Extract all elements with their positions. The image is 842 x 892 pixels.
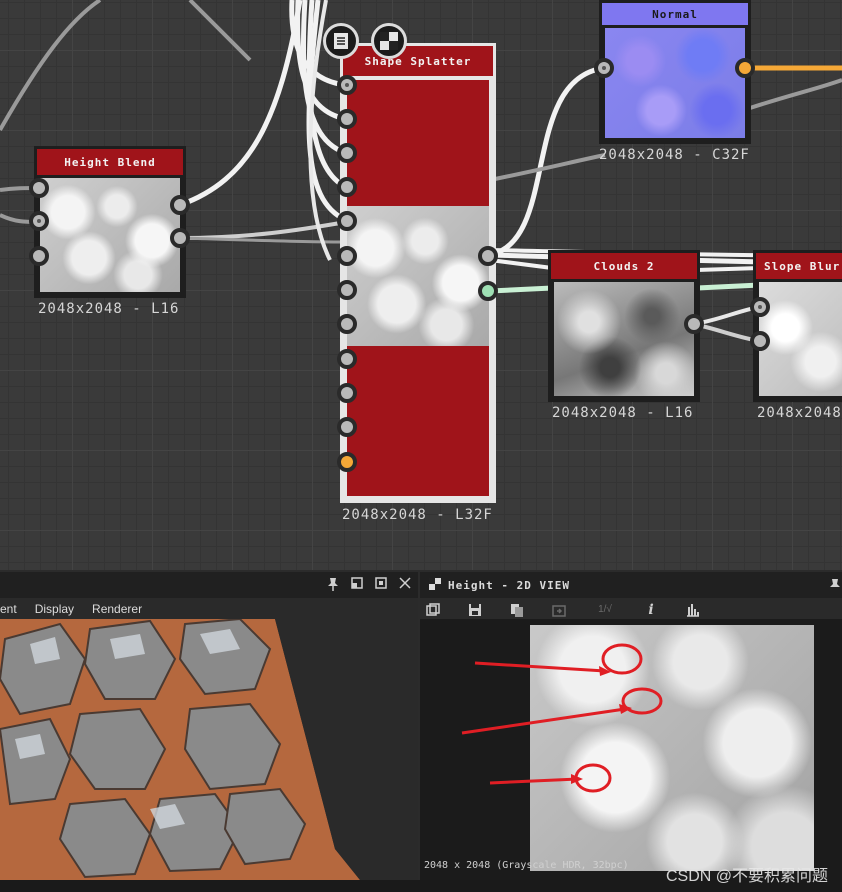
node-slope-blur[interactable]: Slope Blur xyxy=(753,250,842,402)
node-resolution-label: 2048x2048 - L16 xyxy=(38,301,180,317)
node-normal[interactable]: Normal xyxy=(599,0,751,144)
viewport-3d[interactable] xyxy=(0,619,418,880)
node-resolution-label: 2048x2048 - L32F xyxy=(342,507,493,523)
node-output-swatch xyxy=(347,346,489,496)
output-port[interactable] xyxy=(478,281,498,301)
node-output-swatch xyxy=(347,80,489,206)
input-port[interactable] xyxy=(29,178,49,198)
export-icon[interactable] xyxy=(552,603,566,617)
channel-select-icon[interactable]: 1/√ ⌄ xyxy=(594,603,616,629)
node-thumbnail xyxy=(554,282,694,396)
save-icon[interactable] xyxy=(468,603,482,617)
input-port[interactable] xyxy=(337,75,357,95)
info-icon[interactable]: i xyxy=(644,603,658,617)
panel-3d-menubar: ent Display Renderer xyxy=(0,598,418,620)
input-port[interactable] xyxy=(750,331,770,351)
input-port[interactable] xyxy=(337,109,357,129)
node-thumbnail xyxy=(605,28,745,138)
watermark: CSDN @不要积累问题 xyxy=(665,868,828,885)
node-title: Shape Splatter xyxy=(343,46,493,76)
checker-icon[interactable] xyxy=(371,23,407,59)
pin-icon[interactable] xyxy=(828,578,842,592)
node-resolution-label: 2048x2048 xyxy=(757,405,842,421)
input-port[interactable] xyxy=(337,246,357,266)
input-port[interactable] xyxy=(750,297,770,317)
input-port[interactable] xyxy=(594,58,614,78)
node-clouds-2[interactable]: Clouds 2 xyxy=(548,250,700,402)
menu-item-renderer[interactable]: Renderer xyxy=(92,602,142,616)
close-icon[interactable] xyxy=(398,577,412,591)
viewport-2d[interactable] xyxy=(420,619,842,880)
panel-2d-title: Height - 2D VIEW xyxy=(448,578,570,592)
copy-icon[interactable] xyxy=(510,603,524,617)
node-title: Clouds 2 xyxy=(551,253,697,279)
input-port[interactable] xyxy=(337,383,357,403)
node-resolution-label: 2048x2048 - L16 xyxy=(552,405,694,421)
maximize-icon[interactable] xyxy=(374,577,388,591)
output-port[interactable] xyxy=(170,195,190,215)
node-title: Slope Blur xyxy=(756,253,842,279)
node-shape-splatter[interactable]: Shape Splatter xyxy=(340,43,496,503)
input-port[interactable] xyxy=(29,246,49,266)
panel-3d-titlebar xyxy=(0,572,418,598)
menu-item-display[interactable]: Display xyxy=(35,602,74,616)
input-port[interactable] xyxy=(29,211,49,231)
panel-2d-titlebar: Height - 2D VIEW xyxy=(420,572,842,598)
input-port[interactable] xyxy=(337,349,357,369)
node-height-blend[interactable]: Height Blend xyxy=(34,146,186,298)
output-port[interactable] xyxy=(735,58,755,78)
input-port[interactable] xyxy=(337,177,357,197)
fit-view-icon[interactable] xyxy=(426,603,440,617)
input-port[interactable] xyxy=(337,417,357,437)
node-thumbnail xyxy=(40,178,180,292)
checker-icon xyxy=(428,578,442,592)
output-port[interactable] xyxy=(684,314,704,334)
node-title: Normal xyxy=(602,3,748,25)
node-thumbnail xyxy=(347,206,489,346)
pin-icon[interactable] xyxy=(326,577,340,591)
node-graph[interactable]: Height Blend 2048x2048 - L16 Shape Splat… xyxy=(0,0,842,570)
node-thumbnail xyxy=(759,282,842,396)
output-port[interactable] xyxy=(478,246,498,266)
input-port[interactable] xyxy=(337,211,357,231)
histogram-icon[interactable] xyxy=(686,603,700,617)
input-port[interactable] xyxy=(337,280,357,300)
input-port[interactable] xyxy=(337,452,357,472)
node-resolution-label: 2048x2048 - C32F xyxy=(599,147,750,163)
image-info-status: 2048 x 2048 (Grayscale HDR, 32bpc) xyxy=(424,860,629,871)
3d-render xyxy=(0,619,418,880)
menu-item-environment[interactable]: ent xyxy=(0,602,17,616)
input-port[interactable] xyxy=(337,143,357,163)
annotation-overlay xyxy=(461,643,663,793)
document-icon[interactable] xyxy=(323,23,359,59)
output-port[interactable] xyxy=(170,228,190,248)
node-title: Height Blend xyxy=(37,149,183,175)
float-icon[interactable] xyxy=(350,577,364,591)
input-port[interactable] xyxy=(337,314,357,334)
